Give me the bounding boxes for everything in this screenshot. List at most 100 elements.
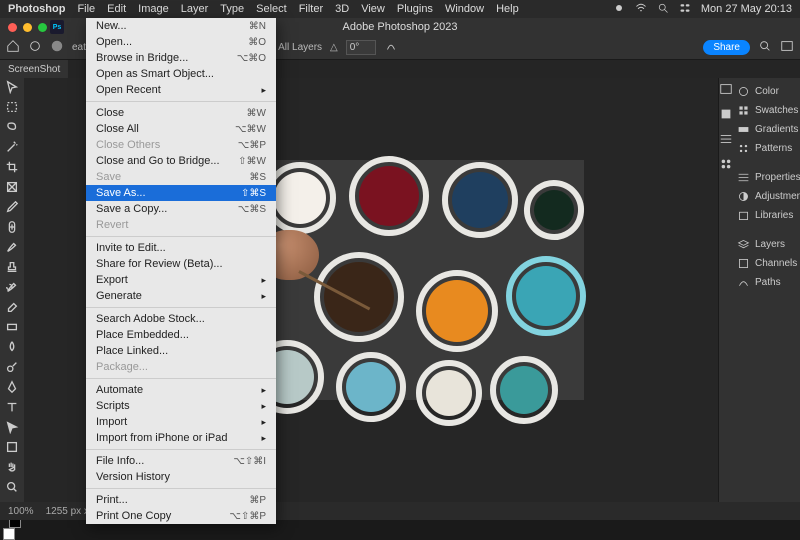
panel-channels[interactable]: Channels (733, 254, 800, 273)
clock[interactable]: Mon 27 May 20:13 (701, 3, 792, 15)
home-icon[interactable] (6, 39, 20, 56)
right-panel-dock: ColorSwatchesGradientsPatterns Properties… (718, 78, 800, 502)
menu-3d[interactable]: 3D (335, 3, 349, 15)
menu-item[interactable]: Place Linked... (86, 343, 276, 359)
document-tab[interactable]: ScreenShot (0, 60, 68, 78)
panel-icon[interactable] (719, 82, 733, 99)
eraser-tool[interactable] (3, 300, 21, 314)
zoom-window[interactable] (38, 23, 47, 32)
menu-item[interactable]: Close All⌥⌘W (86, 121, 276, 137)
panel-swatches[interactable]: Swatches (733, 101, 800, 120)
menu-item[interactable]: Open Recent▸ (86, 82, 276, 98)
panel-patterns[interactable]: Patterns (733, 139, 800, 158)
system-menubar: Photoshop File Edit Image Layer Type Sel… (0, 0, 800, 18)
pressure-icon[interactable] (384, 39, 398, 56)
screen-record-icon[interactable] (613, 2, 625, 17)
menu-file[interactable]: File (77, 3, 95, 15)
wand-tool[interactable] (3, 140, 21, 154)
move-tool[interactable] (3, 80, 21, 94)
menu-item: Close Others⌥⌘P (86, 137, 276, 153)
share-button[interactable]: Share (703, 40, 750, 55)
menu-image[interactable]: Image (138, 3, 169, 15)
menu-type[interactable]: Type (220, 3, 244, 15)
panel-adjustments[interactable]: Adjustments (733, 187, 800, 206)
app-name[interactable]: Photoshop (8, 3, 65, 15)
menu-item[interactable]: Save As...⇧⌘S (86, 185, 276, 201)
control-center-icon[interactable] (679, 2, 691, 17)
menu-layer[interactable]: Layer (181, 3, 209, 15)
menu-item[interactable]: Close⌘W (86, 105, 276, 121)
menu-help[interactable]: Help (496, 3, 519, 15)
hand-tool[interactable] (3, 460, 21, 474)
ps-logo-icon: Ps (50, 20, 64, 34)
menu-item: Revert (86, 217, 276, 233)
search-ps-icon[interactable] (758, 39, 772, 56)
panel-icon[interactable] (719, 107, 733, 124)
healing-tool[interactable] (3, 220, 21, 234)
brush-tool[interactable] (3, 240, 21, 254)
menu-item[interactable]: Version History (86, 469, 276, 485)
menu-item[interactable]: Save a Copy...⌥⌘S (86, 201, 276, 217)
search-icon[interactable] (657, 2, 669, 17)
menu-item[interactable]: Print...⌘P (86, 492, 276, 508)
panel-libraries[interactable]: Libraries (733, 206, 800, 225)
menu-item[interactable]: Generate▸ (86, 288, 276, 304)
menu-item[interactable]: Share for Review (Beta)... (86, 256, 276, 272)
menu-item[interactable]: Export▸ (86, 272, 276, 288)
menu-item[interactable]: Place Embedded... (86, 327, 276, 343)
blur-tool[interactable] (3, 340, 21, 354)
zoom-tool[interactable] (3, 480, 21, 494)
menu-item: Package... (86, 359, 276, 375)
menu-item[interactable]: Invite to Edit... (86, 240, 276, 256)
traffic-lights (8, 23, 47, 32)
lasso-tool[interactable] (3, 120, 21, 134)
menu-plugins[interactable]: Plugins (397, 3, 433, 15)
crop-tool[interactable] (3, 160, 21, 174)
marquee-tool[interactable] (3, 100, 21, 114)
close-window[interactable] (8, 23, 17, 32)
minimize-window[interactable] (23, 23, 32, 32)
menu-select[interactable]: Select (256, 3, 287, 15)
stamp-tool[interactable] (3, 260, 21, 274)
panel-gradients[interactable]: Gradients (733, 120, 800, 139)
menu-item[interactable]: Open as Smart Object... (86, 66, 276, 82)
panel-paths[interactable]: Paths (733, 273, 800, 292)
menu-filter[interactable]: Filter (299, 3, 323, 15)
window-title: Adobe Photoshop 2023 (343, 21, 458, 33)
frame-tool[interactable] (3, 180, 21, 194)
dodge-tool[interactable] (3, 360, 21, 374)
menu-item[interactable]: New...⌘N (86, 18, 276, 34)
menu-window[interactable]: Window (445, 3, 484, 15)
menu-item[interactable]: Search Adobe Stock... (86, 311, 276, 327)
zoom-level[interactable]: 100% (8, 506, 34, 517)
panel-layers[interactable]: Layers (733, 235, 800, 254)
menu-item[interactable]: Import▸ (86, 414, 276, 430)
menu-item[interactable]: Open...⌘O (86, 34, 276, 50)
wifi-icon[interactable] (635, 2, 647, 17)
pen-tool[interactable] (3, 380, 21, 394)
menu-item[interactable]: Print One Copy⌥⇧⌘P (86, 508, 276, 524)
menu-view[interactable]: View (361, 3, 385, 15)
panel-icon[interactable] (719, 157, 733, 174)
tool-preset-icon[interactable] (28, 39, 42, 56)
menu-item[interactable]: Browse in Bridge...⌥⌘O (86, 50, 276, 66)
type-tool[interactable] (3, 400, 21, 414)
menu-item[interactable]: Automate▸ (86, 382, 276, 398)
path-tool[interactable] (3, 420, 21, 434)
eyedropper-tool[interactable] (3, 200, 21, 214)
panel-color[interactable]: Color (733, 82, 800, 101)
shape-tool[interactable] (3, 440, 21, 454)
gradient-tool[interactable] (3, 320, 21, 334)
menu-item[interactable]: Close and Go to Bridge...⇧⌘W (86, 153, 276, 169)
file-menu-dropdown: New...⌘NOpen...⌘OBrowse in Bridge...⌥⌘OO… (86, 18, 276, 524)
panel-icon[interactable] (719, 132, 733, 149)
menu-item[interactable]: File Info...⌥⇧⌘I (86, 453, 276, 469)
angle-input[interactable]: 0° (346, 40, 376, 55)
brush-preview[interactable] (50, 39, 64, 56)
menu-edit[interactable]: Edit (107, 3, 126, 15)
menu-item[interactable]: Scripts▸ (86, 398, 276, 414)
history-brush-tool[interactable] (3, 280, 21, 294)
workspace-icon[interactable] (780, 39, 794, 56)
menu-item[interactable]: Import from iPhone or iPad▸ (86, 430, 276, 446)
panel-properties[interactable]: Properties (733, 168, 800, 187)
